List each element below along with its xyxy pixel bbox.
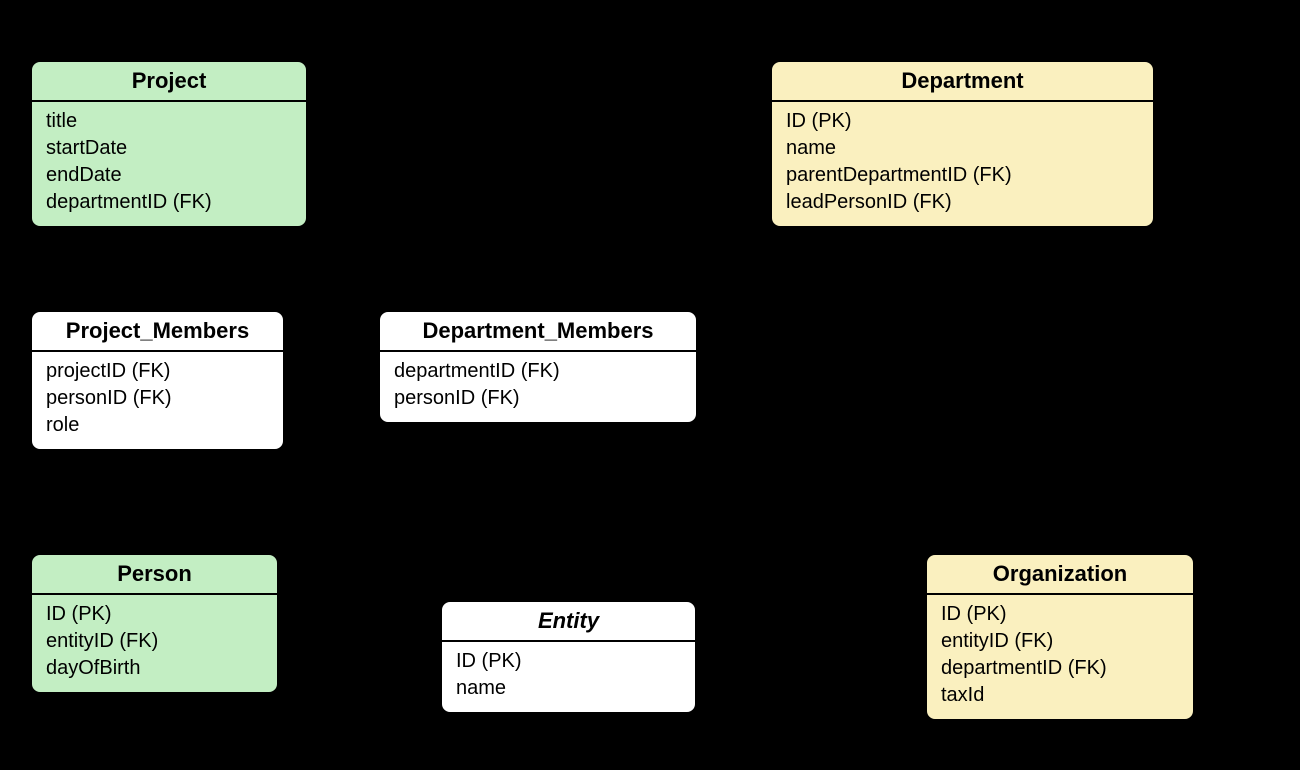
edge-deptmembers-to-department bbox=[545, 200, 770, 310]
entity-organization: Organization ID (PK) entityID (FK) depar… bbox=[925, 553, 1195, 721]
attr-row: projectID (FK) bbox=[46, 358, 269, 385]
attr-row: entityID (FK) bbox=[941, 628, 1179, 655]
entity-department: Department ID (PK) name parentDepartment… bbox=[770, 60, 1155, 228]
attr-row: ID (PK) bbox=[456, 648, 681, 675]
attr-row: ID (PK) bbox=[941, 601, 1179, 628]
attr-row: taxId bbox=[941, 682, 1179, 709]
entity-title: Entity bbox=[442, 602, 695, 642]
attr-row: departmentID (FK) bbox=[941, 655, 1179, 682]
attr-row: dayOfBirth bbox=[46, 655, 263, 682]
entity-attrs: ID (PK) name bbox=[442, 642, 695, 712]
attr-row: personID (FK) bbox=[46, 385, 269, 412]
entity-title: Department bbox=[772, 62, 1153, 102]
entity-entity: Entity ID (PK) name bbox=[440, 600, 697, 714]
attr-row: personID (FK) bbox=[394, 385, 682, 412]
entity-project: Project title startDate endDate departme… bbox=[30, 60, 308, 228]
entity-attrs: ID (PK) entityID (FK) dayOfBirth bbox=[32, 595, 277, 692]
attr-row: ID (PK) bbox=[46, 601, 263, 628]
entity-attrs: projectID (FK) personID (FK) role bbox=[32, 352, 283, 449]
entity-attrs: departmentID (FK) personID (FK) bbox=[380, 352, 696, 422]
entity-title: Person bbox=[32, 555, 277, 595]
attr-row: name bbox=[456, 675, 681, 702]
entity-attrs: ID (PK) name parentDepartmentID (FK) lea… bbox=[772, 102, 1153, 226]
attr-row: startDate bbox=[46, 135, 292, 162]
attr-row: entityID (FK) bbox=[46, 628, 263, 655]
attr-row: departmentID (FK) bbox=[394, 358, 682, 385]
attr-row: endDate bbox=[46, 162, 292, 189]
entity-title: Organization bbox=[927, 555, 1193, 595]
entity-project-members: Project_Members projectID (FK) personID … bbox=[30, 310, 285, 451]
attr-row: ID (PK) bbox=[786, 108, 1139, 135]
entity-title: Project bbox=[32, 62, 306, 102]
entity-attrs: title startDate endDate departmentID (FK… bbox=[32, 102, 306, 226]
attr-row: departmentID (FK) bbox=[46, 189, 292, 216]
entity-person: Person ID (PK) entityID (FK) dayOfBirth bbox=[30, 553, 279, 694]
entity-attrs: ID (PK) entityID (FK) departmentID (FK) … bbox=[927, 595, 1193, 719]
entity-department-members: Department_Members departmentID (FK) per… bbox=[378, 310, 698, 424]
attr-row: leadPersonID (FK) bbox=[786, 189, 1139, 216]
entity-title: Project_Members bbox=[32, 312, 283, 352]
entity-title: Department_Members bbox=[380, 312, 696, 352]
attr-row: name bbox=[786, 135, 1139, 162]
attr-row: title bbox=[46, 108, 292, 135]
attr-row: parentDepartmentID (FK) bbox=[786, 162, 1139, 189]
attr-row: role bbox=[46, 412, 269, 439]
